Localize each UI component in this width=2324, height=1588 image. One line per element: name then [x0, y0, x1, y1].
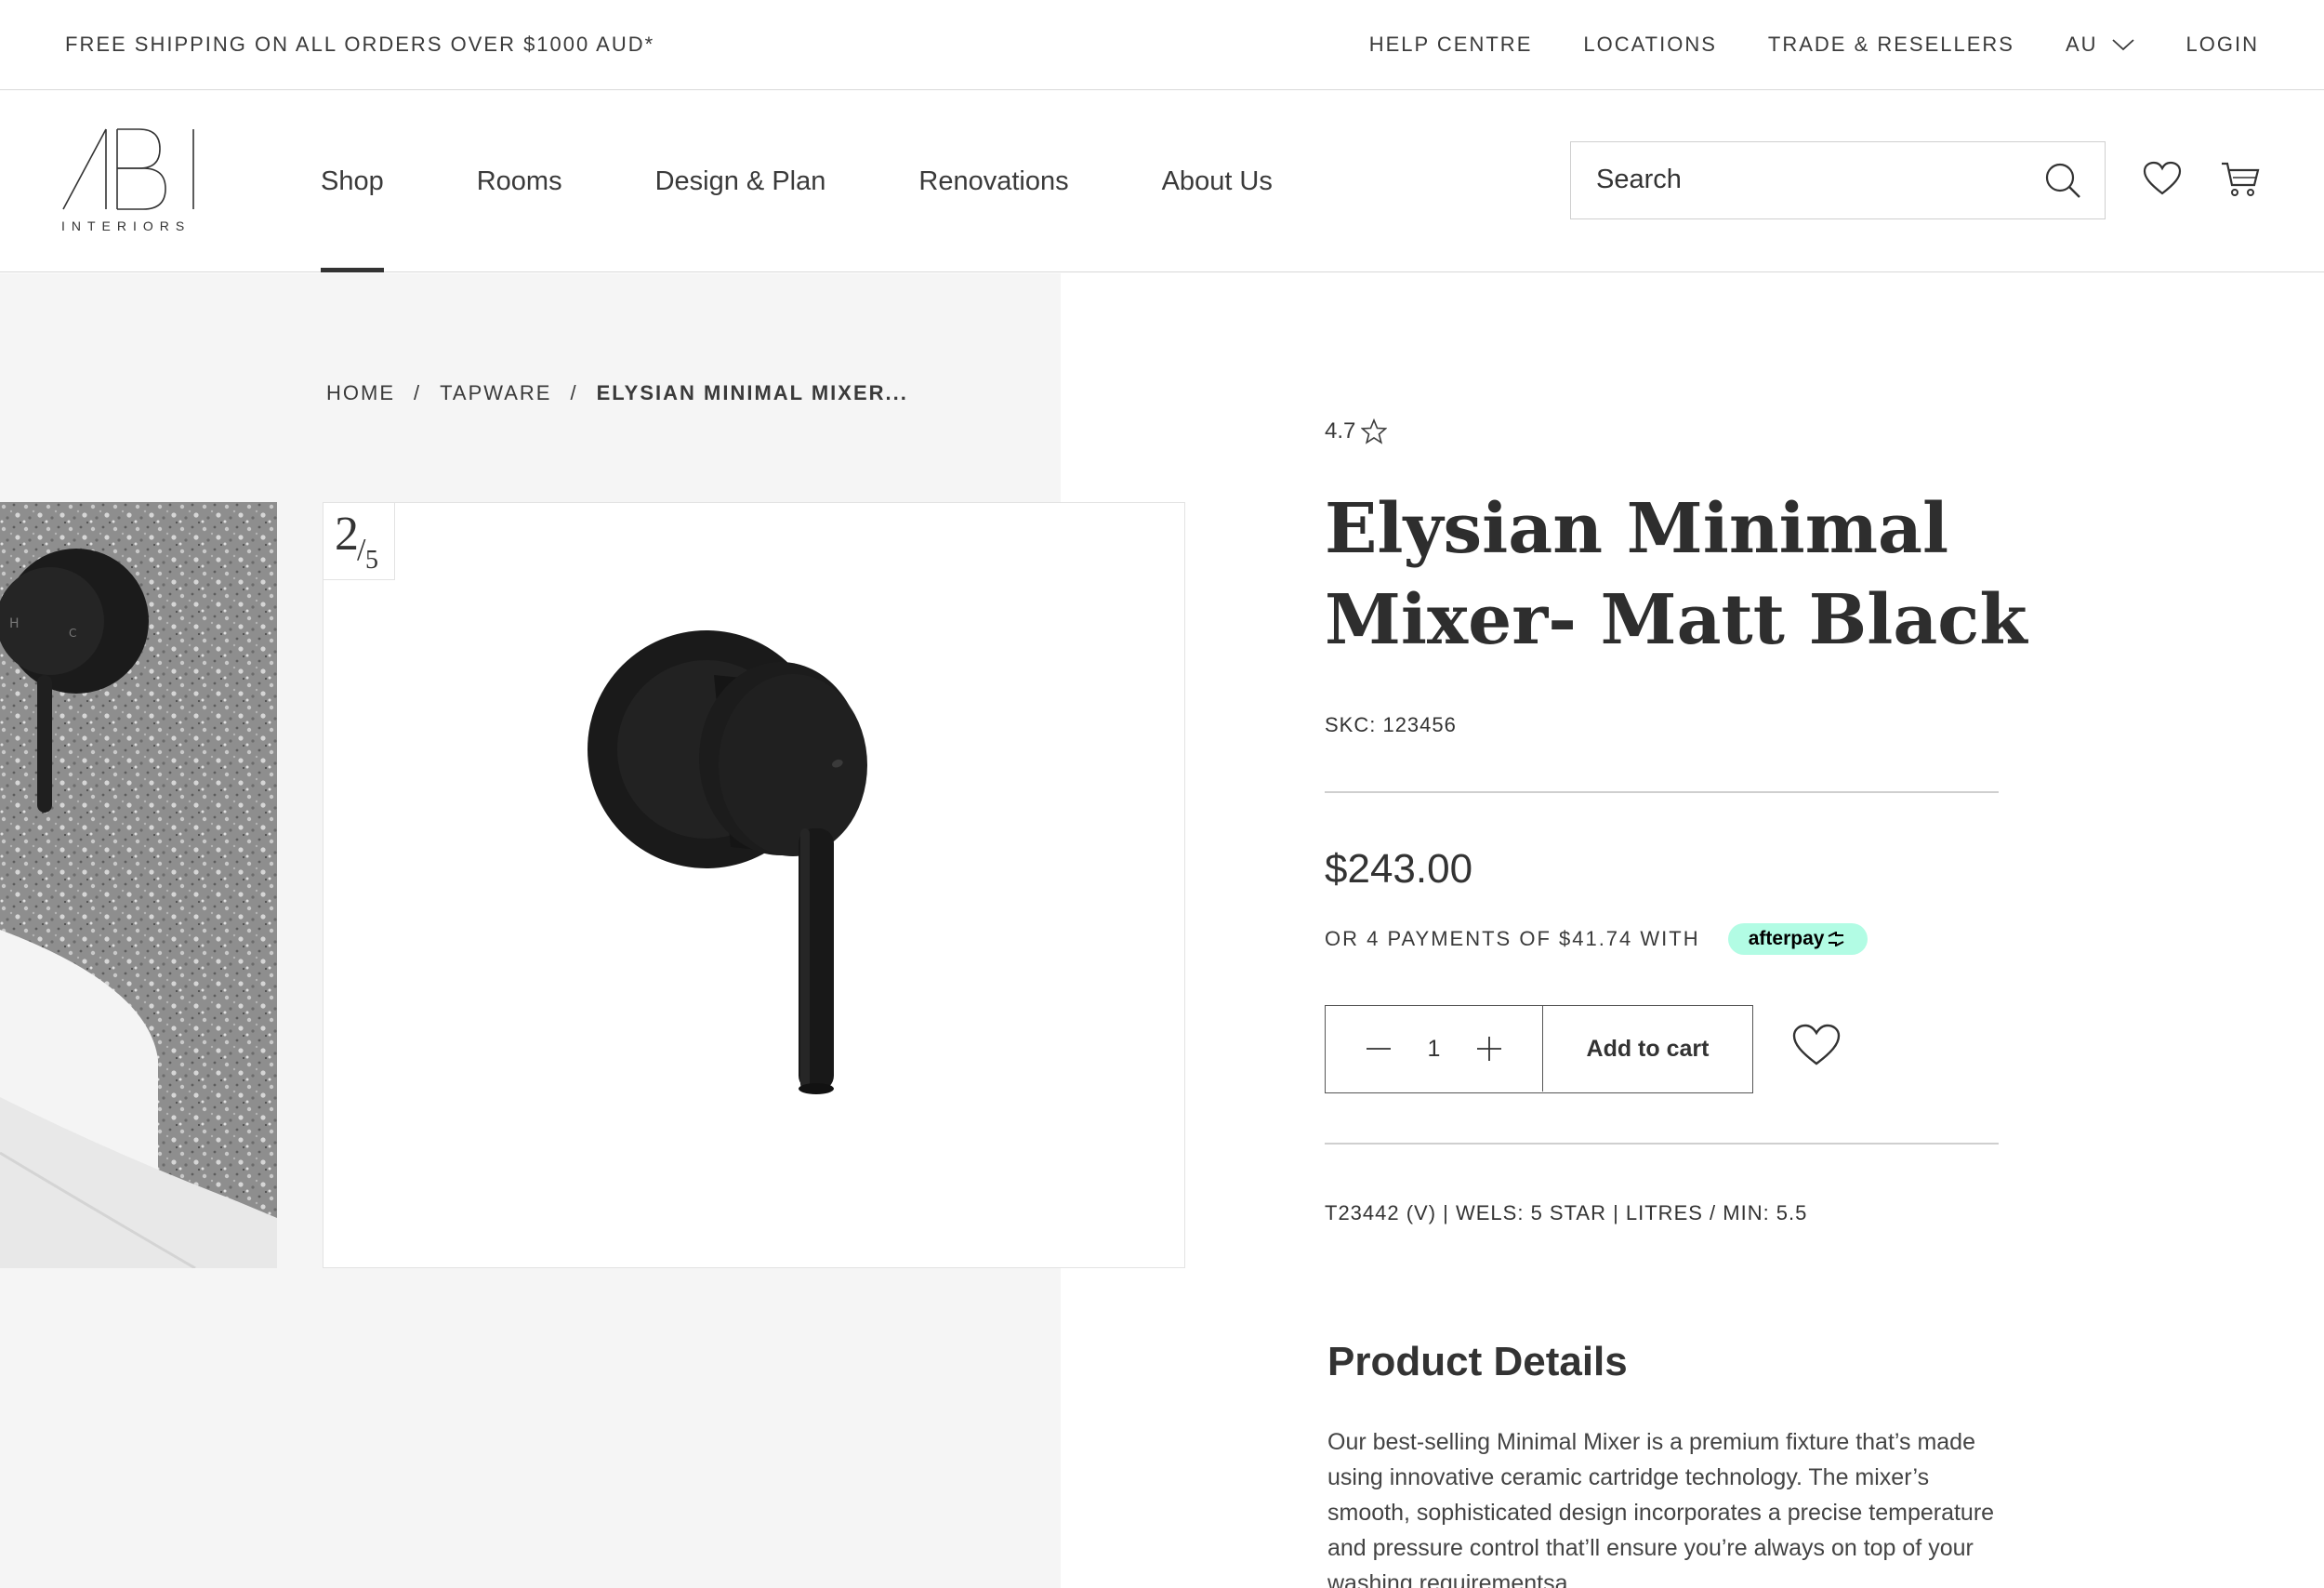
- nav-shop[interactable]: Shop: [321, 90, 384, 272]
- add-to-cart-form: 1 Add to cart: [1325, 1005, 1753, 1093]
- product-sku: SKC: 123456: [1325, 713, 1457, 736]
- main-header: INTERIORS Shop Rooms Design & Plan Renov…: [0, 90, 2324, 272]
- breadcrumb-separator: /: [570, 381, 578, 404]
- afterpay-arrows-icon: [1829, 932, 1844, 946]
- minus-icon: [1367, 1048, 1391, 1050]
- logo-text: INTERIORS: [61, 218, 191, 233]
- product-title-line-2: Mixer- Matt Black: [1325, 580, 2027, 660]
- product-title-line-1: Elysian Minimal: [1325, 489, 1949, 569]
- top-bar: FREE SHIPPING ON ALL ORDERS OVER $1000 A…: [0, 0, 2324, 90]
- product-details-body: Our best-selling Minimal Mixer is a prem…: [1327, 1429, 1995, 1588]
- add-to-cart-button[interactable]: Add to cart: [1543, 1006, 1752, 1092]
- gallery-prev-slide[interactable]: H C: [0, 502, 277, 1268]
- product-specs: T23442 (V) | WELS: 5 STAR | LITRES / MIN…: [1325, 1201, 1808, 1224]
- locale-selector[interactable]: AU: [2066, 33, 2135, 57]
- plus-icon: [1477, 1037, 1501, 1061]
- help-centre-link[interactable]: HELP CENTRE: [1369, 33, 1533, 57]
- chevron-down-icon: [2111, 39, 2134, 51]
- add-to-wishlist-button[interactable]: [1792, 1024, 1841, 1071]
- quantity-increase-button[interactable]: [1473, 1033, 1505, 1065]
- search-box: [1570, 141, 2106, 219]
- svg-text:H: H: [9, 616, 20, 631]
- star-icon: [1361, 418, 1388, 444]
- product-title: Elysian Minimal Mixer- Matt Black: [1325, 483, 2087, 666]
- product-main-image[interactable]: 2 / 5: [323, 502, 1185, 1268]
- breadcrumb-current: ELYSIAN MINIMAL MIXER...: [596, 381, 908, 404]
- cart-icon: [2222, 162, 2260, 196]
- locations-link[interactable]: LOCATIONS: [1583, 33, 1717, 57]
- wishlist-button[interactable]: [2143, 161, 2182, 201]
- logo-mark: [62, 128, 194, 210]
- heart-icon: [1792, 1024, 1841, 1065]
- nav-renovations[interactable]: Renovations: [918, 90, 1068, 272]
- afterpay-logo-text: afterpay: [1748, 928, 1825, 949]
- breadcrumb-separator: /: [414, 381, 422, 404]
- lifestyle-photo: H C: [0, 502, 277, 1268]
- quantity-decrease-button[interactable]: [1363, 1033, 1394, 1065]
- promo-text: FREE SHIPPING ON ALL ORDERS OVER $1000 A…: [65, 33, 655, 56]
- breadcrumb-tapware[interactable]: TAPWARE: [440, 381, 551, 405]
- main-nav: Shop Rooms Design & Plan Renovations Abo…: [321, 90, 1366, 272]
- login-link[interactable]: LOGIN: [2186, 33, 2259, 57]
- nav-design-plan[interactable]: Design & Plan: [655, 90, 826, 272]
- breadcrumb: HOME / TAPWARE / ELYSIAN MINIMAL MIXER..…: [326, 381, 908, 405]
- quantity-stepper: 1: [1326, 1006, 1543, 1092]
- trade-resellers-link[interactable]: TRADE & RESELLERS: [1768, 33, 2014, 57]
- quantity-value[interactable]: 1: [1428, 1036, 1441, 1063]
- nav-about-us[interactable]: About Us: [1162, 90, 1273, 272]
- logo[interactable]: INTERIORS: [61, 127, 205, 239]
- mixer-product-photo: [588, 630, 867, 1094]
- product-details-heading[interactable]: Product Details: [1327, 1339, 1628, 1385]
- afterpay-installments: OR 4 PAYMENTS OF $41.74 WITH afterpay: [1325, 923, 1868, 955]
- breadcrumb-home[interactable]: HOME: [326, 381, 395, 405]
- divider: [1325, 791, 1999, 793]
- cart-button[interactable]: [2221, 161, 2260, 203]
- rating-value: 4.7: [1325, 418, 1356, 443]
- product-price: $243.00: [1325, 846, 1473, 892]
- svg-text:C: C: [69, 627, 76, 640]
- divider: [1325, 1143, 1999, 1145]
- search-icon: [2045, 163, 2080, 198]
- search-input[interactable]: [1571, 142, 2017, 218]
- nav-rooms[interactable]: Rooms: [477, 90, 562, 272]
- top-links: HELP CENTRE LOCATIONS TRADE & RESELLERS …: [1318, 33, 2259, 57]
- search-button[interactable]: [2043, 161, 2082, 200]
- product-rating[interactable]: 4.7: [1325, 418, 1388, 444]
- heart-icon: [2143, 161, 2182, 195]
- afterpay-badge[interactable]: afterpay: [1727, 923, 1868, 955]
- installments-text: OR 4 PAYMENTS OF $41.74 WITH: [1325, 927, 1700, 950]
- locale-label: AU: [2065, 33, 2098, 56]
